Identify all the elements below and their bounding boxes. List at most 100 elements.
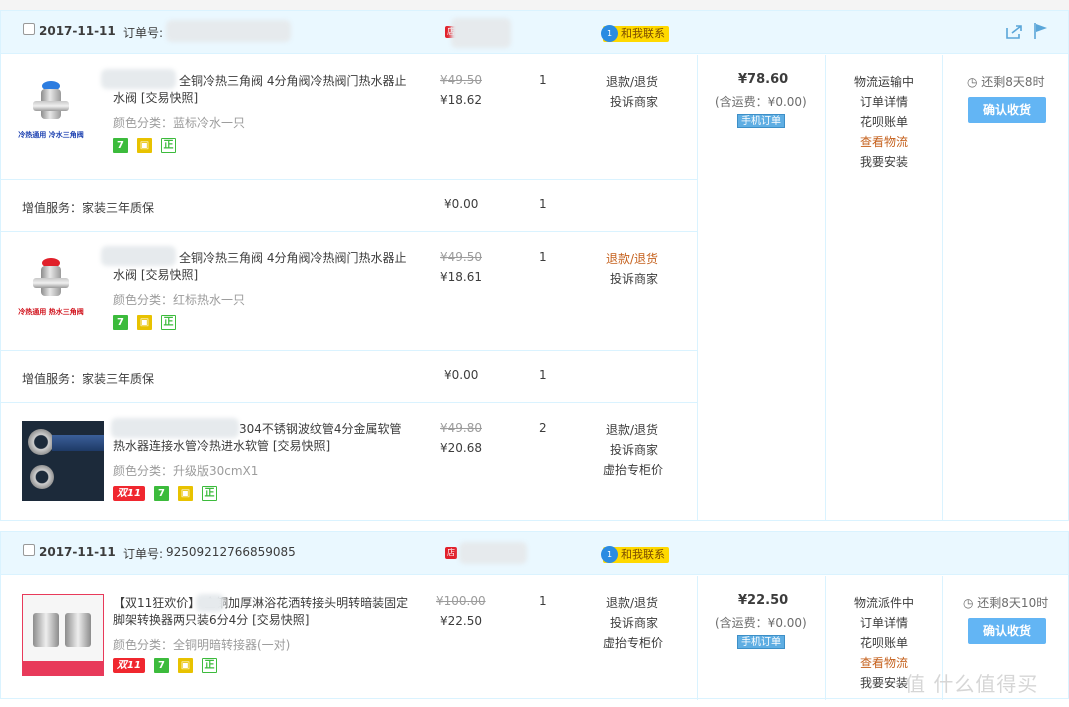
service-label: 增值服务：家装三年质保 (22, 372, 155, 386)
divider (942, 55, 943, 521)
shop-name-redacted (451, 18, 511, 48)
product-thumbnail[interactable]: 冷热通用 热水三角阀 (15, 252, 87, 328)
order-header: 2017-11-11 订单号: 92509212766859085 店 1 和我联… (1, 532, 1068, 575)
contact-seller-button[interactable]: 1 和我联系 (601, 546, 669, 563)
guarantee-icon[interactable]: ▣ (178, 486, 193, 501)
remaining-time-text: 还剩8天8时 (981, 75, 1045, 89)
quantity: 1 (539, 594, 547, 608)
adapter-part (33, 613, 59, 647)
authentic-icon[interactable]: 正 (161, 315, 176, 330)
product-thumbnail[interactable] (22, 594, 104, 676)
unit-price: ¥22.50 (440, 614, 482, 628)
order-checkbox[interactable] (23, 544, 35, 556)
authentic-icon[interactable]: 正 (202, 486, 217, 501)
view-logistics-link[interactable]: 查看物流 (860, 133, 908, 150)
quantity: 1 (539, 250, 547, 264)
complain-link[interactable]: 投诉商家 (610, 614, 658, 631)
mobile-order-tag: 手机订单 (737, 635, 785, 649)
complain-link[interactable]: 投诉商家 (610, 270, 658, 287)
original-price: ¥49.50 (440, 73, 482, 87)
order-number: 92509212766859085 (166, 545, 296, 559)
divider (825, 576, 826, 700)
mobile-order-tag: 手机订单 (737, 114, 785, 128)
complain-link[interactable]: 投诉商家 (610, 93, 658, 110)
divider (825, 55, 826, 521)
product-sku: 颜色分类：升级版30cmX1 (113, 464, 259, 478)
authentic-icon[interactable]: 正 (202, 658, 217, 673)
double11-icon[interactable]: 双11 (113, 486, 145, 501)
guarantee-icon[interactable]: ▣ (137, 315, 152, 330)
valve-arm (33, 278, 69, 288)
quantity: 1 (539, 73, 547, 87)
share-icon[interactable] (1005, 24, 1023, 43)
divider (697, 576, 698, 700)
hose-fitting (28, 429, 54, 455)
seven-day-return-icon[interactable]: 7 (113, 138, 128, 153)
contact-label: 和我联系 (621, 548, 665, 561)
thumbnail-promo-strip (23, 661, 103, 675)
refund-link[interactable]: 退款/退货 (606, 421, 658, 438)
shop-icon[interactable]: 店 (445, 547, 457, 559)
seven-day-return-icon[interactable]: 7 (154, 658, 169, 673)
unit-price: ¥18.61 (440, 270, 482, 284)
guarantee-icon[interactable]: ▣ (137, 138, 152, 153)
order-total: ¥22.50 (738, 593, 789, 608)
guarantee-icon[interactable]: ▣ (178, 658, 193, 673)
order-gap (0, 521, 1069, 531)
refund-link[interactable]: 退款/退货 (606, 73, 658, 90)
order-detail-link[interactable]: 订单详情 (860, 93, 908, 110)
service-price: ¥0.00 (444, 368, 479, 382)
order-total: ¥78.60 (738, 72, 789, 87)
fake-price-report-link[interactable]: 虚抬专柜价 (603, 461, 663, 478)
divider (1, 231, 697, 232)
product-title-link[interactable]: 【双11狂欢价】 全铜加厚淋浴花洒转接头明转暗装固定脚架转换器两只装6分4分 [… (113, 595, 413, 629)
order-number-label: 订单号: (123, 547, 164, 561)
adapter-part (65, 613, 91, 647)
original-price: ¥49.50 (440, 250, 482, 264)
chat-bubble-icon: 1 (601, 25, 618, 42)
order-date: 2017-11-11 (39, 24, 116, 38)
refund-link[interactable]: 退款/退货 (606, 594, 658, 611)
contact-seller-button[interactable]: 1 和我联系 (601, 25, 669, 42)
valve-arm (33, 101, 69, 111)
service-price: ¥0.00 (444, 197, 479, 211)
divider (1, 402, 697, 403)
fake-price-report-link[interactable]: 虚抬专柜价 (603, 634, 663, 651)
remaining-time: ◷ 还剩8天8时 (967, 73, 1045, 90)
flag-icon[interactable] (1033, 22, 1049, 43)
product-sku: 颜色分类：全铜明暗转接器(一对) (113, 638, 291, 652)
seven-day-return-icon[interactable]: 7 (154, 486, 169, 501)
order-detail-link[interactable]: 订单详情 (860, 614, 908, 631)
install-request-link[interactable]: 我要安装 (860, 674, 908, 691)
product-title-link[interactable]: 全铜冷热三角阀 4分角阀冷热阀门热水器止水阀 [交易快照] (113, 250, 413, 284)
quantity: 2 (539, 421, 547, 435)
view-logistics-link[interactable]: 查看物流 (860, 654, 908, 671)
authentic-icon[interactable]: 正 (161, 138, 176, 153)
huabei-bill-link[interactable]: 花呗账单 (860, 634, 908, 651)
title-redacted (196, 594, 224, 612)
shipping-fee: (含运费：¥0.00) (715, 616, 807, 630)
service-qty: 1 (539, 197, 547, 211)
seven-day-return-icon[interactable]: 7 (113, 315, 128, 330)
original-price: ¥49.80 (440, 421, 482, 435)
huabei-bill-link[interactable]: 花呗账单 (860, 113, 908, 130)
remaining-time: ◷ 还剩8天10时 (963, 594, 1048, 611)
install-request-link[interactable]: 我要安装 (860, 153, 908, 170)
divider (1, 179, 697, 180)
double11-icon[interactable]: 双11 (113, 658, 145, 673)
divider (1, 350, 697, 351)
confirm-receipt-button[interactable]: 确认收货 (968, 97, 1046, 123)
product-thumbnail[interactable]: 冷热通用 冷水三角阀 (15, 75, 87, 151)
product-thumbnail[interactable] (22, 421, 104, 501)
order-checkbox[interactable] (23, 23, 35, 35)
product-title-link[interactable]: 全铜冷热三角阀 4分角阀冷热阀门热水器止水阀 [交易快照] (113, 73, 413, 107)
refund-link[interactable]: 退款/退货 (606, 250, 658, 267)
remaining-time-text: 还剩8天10时 (977, 596, 1049, 610)
product-title-link[interactable]: 304不锈钢波纹管4分金属软管热水器连接水管冷热进水软管 [交易快照] (113, 421, 413, 455)
complain-link[interactable]: 投诉商家 (610, 441, 658, 458)
confirm-receipt-button[interactable]: 确认收货 (968, 618, 1046, 644)
thumbnail-caption: 冷热通用 冷水三角阀 (18, 131, 84, 139)
watermark: 值 什么值得买 (905, 672, 1039, 696)
order-card: 2017-11-11 订单号: 店 1和我联系 冷热通用 冷水三角阀 全铜冷热三… (0, 10, 1069, 521)
unit-price: ¥18.62 (440, 93, 482, 107)
